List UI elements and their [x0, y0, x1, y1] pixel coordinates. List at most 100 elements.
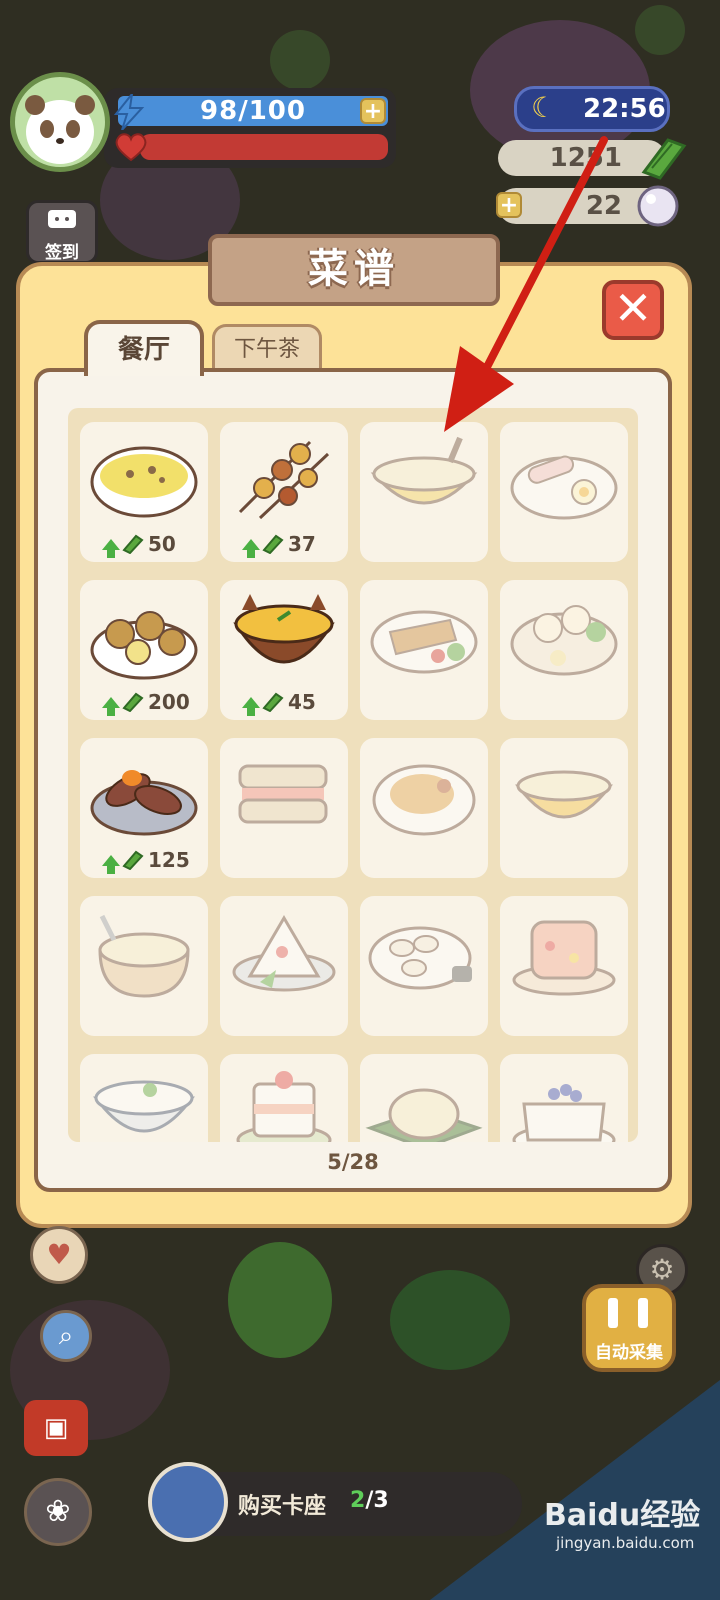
income-value: 125	[148, 848, 190, 872]
pearl-icon	[637, 185, 679, 227]
checkin-label: 签到	[45, 243, 79, 263]
close-icon: ✕	[613, 281, 653, 335]
pearl-currency-value: 22	[585, 191, 622, 221]
health-bar	[140, 134, 388, 160]
recipe-card-sandwich[interactable]	[220, 738, 348, 878]
pause-icon	[608, 1298, 618, 1328]
add-pearl-button[interactable]: +	[496, 192, 522, 218]
recipe-card-sweet-potato[interactable]: 125	[80, 738, 208, 878]
income-value: 45	[288, 690, 316, 714]
game-clock: ☾ 22:56	[514, 86, 670, 132]
recipe-card-layer-cake[interactable]	[220, 1054, 348, 1142]
layer-cake-icon	[236, 1071, 332, 1142]
income-badge: 125	[102, 848, 190, 874]
modal-title: 菜谱	[208, 234, 500, 306]
energy-value: 98/100	[200, 96, 306, 126]
custard-bowl-icon	[515, 770, 613, 819]
add-energy-button[interactable]: +	[360, 98, 386, 124]
heart-icon	[115, 133, 147, 162]
fruit-jelly-icon	[512, 920, 616, 996]
leaf-bundle-icon	[641, 138, 687, 180]
soup-bowl-icon	[90, 446, 198, 518]
paw-icon: ❀	[45, 1494, 71, 1529]
pet-button[interactable]: ❀	[24, 1478, 92, 1546]
moon-icon: ☾	[531, 91, 557, 124]
recipe-card-veggie-platter[interactable]	[360, 580, 488, 720]
auto-collect-label: 自动采集	[595, 1343, 663, 1363]
income-value: 37	[288, 532, 316, 556]
recipe-card-porridge[interactable]	[80, 896, 208, 1036]
noodle-soup-icon	[370, 436, 478, 505]
seat-icon	[148, 1462, 228, 1542]
income-badge: 37	[242, 532, 316, 558]
buy-seat-label: 购买卡座	[238, 1494, 327, 1519]
recipe-card-fruit-jelly[interactable]	[500, 896, 628, 1036]
berry-pudding-icon	[512, 1084, 616, 1142]
recipe-card-baked-potatoes[interactable]: 200	[80, 580, 208, 720]
up-arrow-icon	[242, 538, 260, 558]
recipe-card-berry-pudding[interactable]	[500, 1054, 628, 1142]
buy-seat-count: 2/3	[350, 1488, 389, 1513]
clothing-button[interactable]: ♥	[30, 1226, 88, 1284]
backpack-button[interactable]: ▣	[24, 1400, 88, 1456]
income-value: 200	[148, 690, 190, 714]
clock-time: 22:56	[583, 94, 666, 124]
income-value: 50	[148, 532, 176, 556]
rice-bowl-icon	[93, 1080, 195, 1133]
watermark-brand: Baidu经验	[544, 1498, 701, 1533]
magnifier-icon: ⌕	[58, 1321, 74, 1351]
curry-pot-icon	[233, 594, 335, 664]
veggie-platter-icon	[370, 610, 478, 674]
recipe-grid[interactable]: 50 37 200 45 125	[68, 408, 638, 1142]
recipe-card-fried-rice[interactable]	[360, 738, 488, 878]
up-arrow-icon	[242, 696, 260, 716]
leaf-icon	[122, 534, 144, 554]
tab-afternoon-tea[interactable]: 下午茶	[212, 324, 322, 374]
porridge-icon	[98, 914, 190, 998]
close-button[interactable]: ✕	[602, 280, 664, 340]
tab-restaurant[interactable]: 餐厅	[84, 320, 204, 376]
sweet-potato-icon	[90, 770, 198, 836]
watermark-url: jingyan.baidu.com	[556, 1534, 695, 1552]
fried-rice-icon	[372, 764, 476, 836]
player-avatar[interactable]	[10, 72, 110, 172]
recipe-card-noodle-soup[interactable]	[360, 422, 488, 562]
recipe-card-rice-bowl[interactable]	[80, 1054, 208, 1142]
leaf-icon	[122, 850, 144, 870]
recipe-card-meat-rolls[interactable]	[500, 422, 628, 562]
up-arrow-icon	[102, 538, 120, 558]
recipe-card-dumpling-platter[interactable]	[500, 580, 628, 720]
shirt-icon: ♥	[46, 1238, 72, 1271]
recipe-card-curry-pot[interactable]: 45	[220, 580, 348, 720]
meat-rolls-icon	[510, 455, 618, 520]
pancake-icon	[365, 1088, 483, 1142]
calendar-icon	[48, 210, 76, 228]
income-badge: 45	[242, 690, 316, 716]
recipe-card-rice-ball[interactable]	[220, 896, 348, 1036]
leaf-icon	[262, 534, 284, 554]
bag-icon: ▣	[43, 1413, 69, 1443]
up-arrow-icon	[102, 854, 120, 874]
leaf-icon	[122, 692, 144, 712]
recipe-card-skewers[interactable]: 37	[220, 422, 348, 562]
recipe-progress: 5/28	[327, 1150, 379, 1174]
search-button[interactable]: ⌕	[40, 1310, 92, 1362]
rice-ball-icon	[232, 915, 336, 992]
panda-avatar-icon	[25, 95, 95, 164]
pause-icon	[638, 1298, 648, 1328]
skewers-icon	[238, 440, 330, 520]
leaf-currency-value: 1251	[549, 143, 622, 173]
recipe-card-custard-bowl[interactable]	[500, 738, 628, 878]
leaf-icon	[262, 692, 284, 712]
income-badge: 200	[102, 690, 190, 716]
dumplings-icon	[368, 926, 472, 990]
dumpling-platter-icon	[510, 605, 618, 676]
lightning-icon	[113, 94, 145, 130]
recipe-card-soup-bowl[interactable]: 50	[80, 422, 208, 562]
recipe-card-dumplings[interactable]	[360, 896, 488, 1036]
income-badge: 50	[102, 532, 176, 558]
up-arrow-icon	[102, 696, 120, 716]
baked-potatoes-icon	[90, 611, 198, 680]
recipe-card-pancake[interactable]	[360, 1054, 488, 1142]
sandwich-icon	[238, 764, 328, 824]
